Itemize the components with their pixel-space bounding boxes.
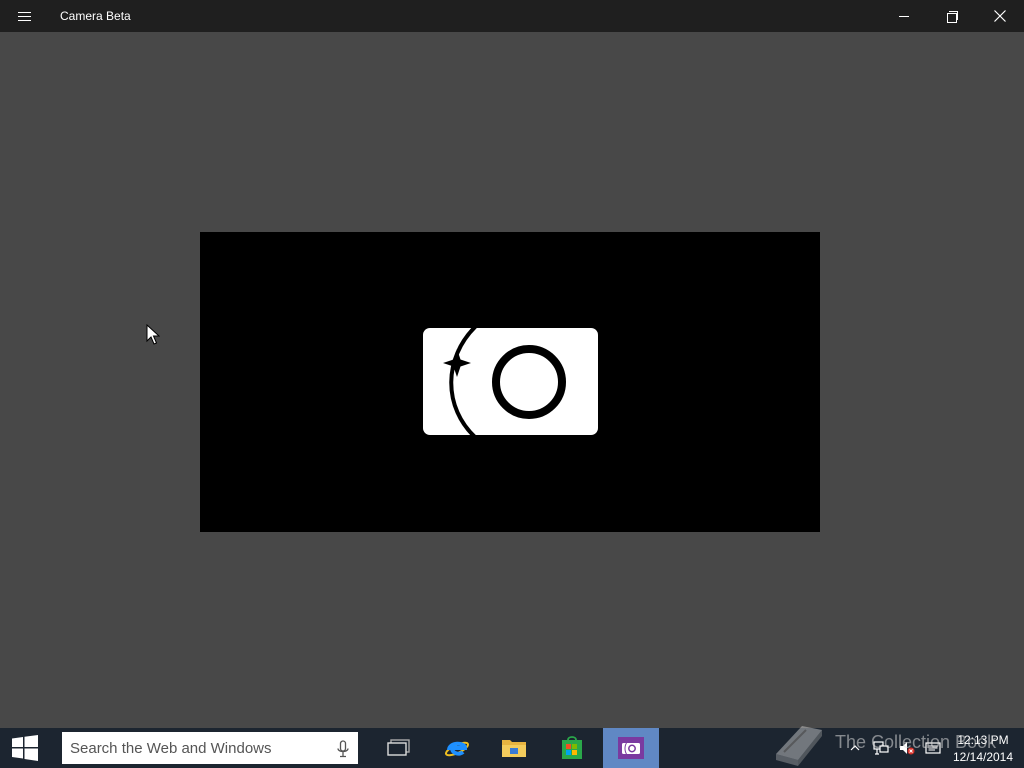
app-title: Camera Beta xyxy=(60,9,131,23)
minimize-icon xyxy=(899,15,909,17)
start-button[interactable] xyxy=(0,728,50,768)
camera-icon xyxy=(618,737,644,759)
file-explorer-button[interactable] xyxy=(486,728,542,768)
windows-logo-icon xyxy=(12,735,38,761)
store-button[interactable] xyxy=(544,728,600,768)
hamburger-menu-button[interactable] xyxy=(0,0,48,32)
close-icon xyxy=(994,10,1006,22)
camera-viewfinder[interactable] xyxy=(200,232,820,532)
search-input[interactable] xyxy=(62,732,322,764)
camera-taskbar-button[interactable] xyxy=(603,728,659,768)
mouse-pointer-icon xyxy=(146,324,160,345)
close-button[interactable] xyxy=(976,0,1024,32)
camera-app-icon xyxy=(423,328,598,436)
watermark: The Collection Book xyxy=(772,718,1012,768)
task-view-icon xyxy=(387,739,410,756)
restore-button[interactable] xyxy=(928,0,976,32)
store-icon xyxy=(562,736,582,759)
restore-icon xyxy=(946,10,958,23)
title-bar: Camera Beta xyxy=(0,0,1024,32)
watermark-text: The Collection Book xyxy=(835,732,997,752)
task-view-button[interactable] xyxy=(371,728,427,768)
microphone-icon[interactable] xyxy=(336,740,350,758)
file-explorer-icon xyxy=(502,740,526,757)
hamburger-icon xyxy=(17,11,31,21)
search-box[interactable] xyxy=(62,732,358,764)
internet-explorer-icon xyxy=(444,741,470,757)
internet-explorer-button[interactable] xyxy=(429,728,485,768)
minimize-button[interactable] xyxy=(880,0,928,32)
book-icon xyxy=(776,726,822,766)
